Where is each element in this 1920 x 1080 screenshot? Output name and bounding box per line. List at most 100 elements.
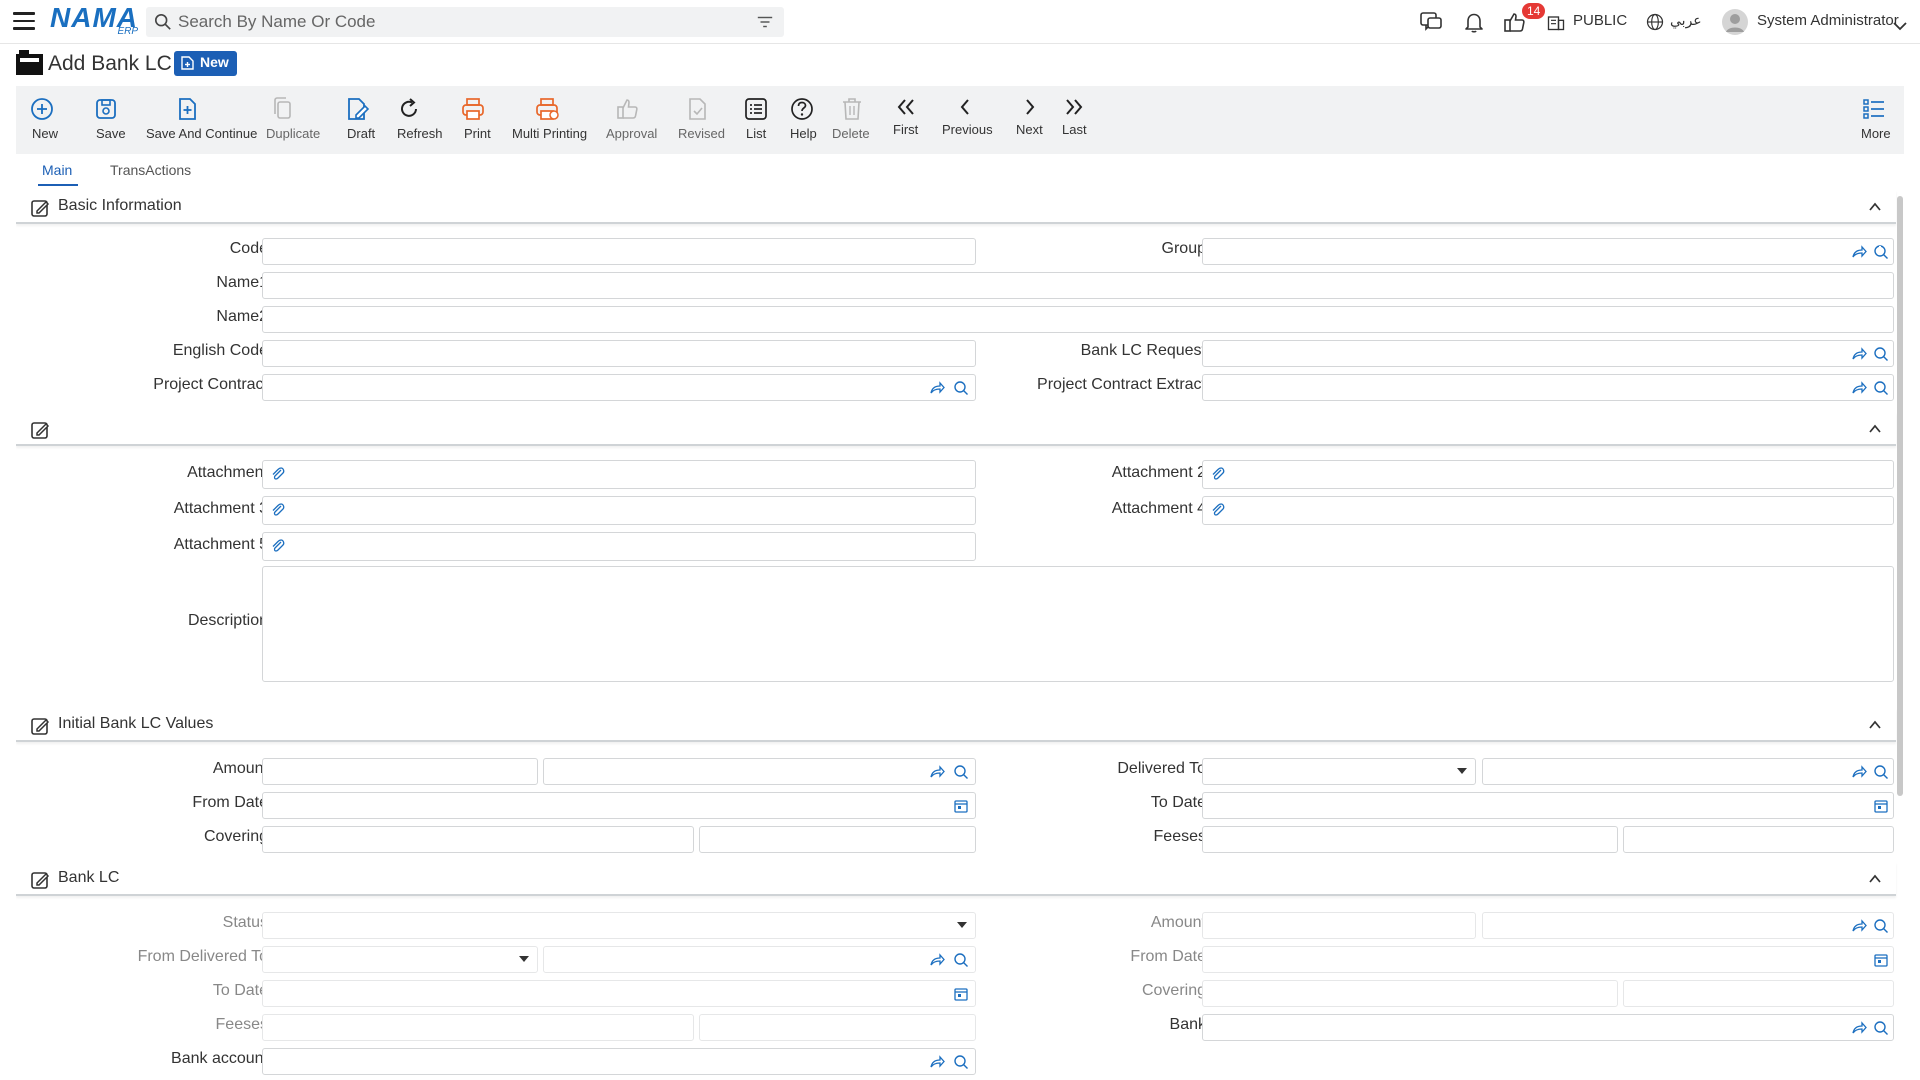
tab-main[interactable]: Main [42,162,72,178]
bank-lc-feeses-field[interactable] [262,1014,694,1041]
search-icon[interactable] [953,380,969,396]
refresh-button[interactable]: Refresh [382,86,443,154]
chevron-up-icon[interactable] [1868,422,1882,436]
delivered-to-field[interactable] [1482,758,1894,785]
english-code-field[interactable] [262,340,976,367]
save-button[interactable]: Save [80,86,130,154]
tab-transactions[interactable]: TransActions [110,162,191,178]
search-icon[interactable] [1873,764,1889,780]
attachment-field[interactable] [262,460,976,489]
from-date-field[interactable] [262,792,976,819]
code-field[interactable] [262,238,976,265]
duplicate-button[interactable]: Duplicate [254,86,320,154]
from-delivered-to-type-select[interactable] [262,946,538,973]
bank-lc-covering-percent-field[interactable] [1623,980,1894,1007]
share-icon[interactable] [1851,244,1867,260]
avatar[interactable] [1722,9,1748,35]
covering-percent-field[interactable] [699,826,976,853]
feeses-field[interactable] [1202,826,1618,853]
share-icon[interactable] [1851,764,1867,780]
status-select[interactable] [262,912,976,939]
help-button[interactable]: Help [778,86,826,154]
bank-account-field[interactable] [262,1048,976,1075]
chevron-down-icon[interactable] [1892,14,1908,38]
vertical-scrollbar[interactable] [1896,190,1904,1080]
calendar-icon[interactable] [953,986,969,1002]
share-icon[interactable] [929,1054,945,1070]
share-icon[interactable] [1851,1020,1867,1036]
search-icon[interactable] [953,952,969,968]
search-input[interactable] [178,10,738,34]
name2-field[interactable] [262,306,1894,333]
project-contract-extract-field[interactable] [1202,374,1894,401]
search-icon[interactable] [953,1054,969,1070]
calendar-icon[interactable] [953,798,969,814]
revised-button[interactable]: Revised [670,86,730,154]
bank-field[interactable] [1202,1014,1894,1041]
covering-field[interactable] [262,826,694,853]
attachment-3-field[interactable] [262,496,976,525]
paperclip-icon[interactable] [270,502,286,518]
list-button[interactable]: List [732,86,776,154]
approval-button[interactable]: Approval [590,86,670,154]
delivered-to-type-select[interactable] [1202,758,1476,785]
attachment-5-field[interactable] [262,532,976,561]
last-button[interactable]: Last [1052,86,1096,154]
to-date-field[interactable] [1202,792,1894,819]
print-button[interactable]: Print [446,86,492,154]
next-button[interactable]: Next [1008,86,1052,154]
share-icon[interactable] [929,764,945,780]
draft-button[interactable]: Draft [331,86,375,154]
currency-field[interactable] [543,758,976,785]
branch-label[interactable]: PUBLIC [1573,12,1627,29]
paperclip-icon[interactable] [1210,502,1226,518]
chevron-up-icon[interactable] [1868,872,1882,886]
bank-lc-from-date-field[interactable] [1202,946,1894,973]
paperclip-icon[interactable] [270,466,286,482]
section-header-initial-values[interactable]: Initial Bank LC Values [16,708,1896,742]
search-icon[interactable] [1873,244,1889,260]
chat-icon[interactable] [1419,10,1443,34]
menu-icon[interactable] [13,12,35,30]
search-icon[interactable] [953,764,969,780]
group-field[interactable] [1202,238,1894,265]
paperclip-icon[interactable] [1210,466,1226,482]
search-icon[interactable] [1873,346,1889,362]
scrollbar-thumb[interactable] [1897,196,1903,796]
section-header-basic-information[interactable]: Basic Information [16,190,1896,224]
app-logo[interactable]: NAMA ERP [50,4,138,38]
user-name[interactable]: System Administrator [1757,12,1899,29]
delete-button[interactable]: Delete [824,86,880,154]
share-icon[interactable] [1851,918,1867,934]
save-and-continue-button[interactable]: Save And Continue [131,86,257,154]
bank-lc-feeses-percent-field[interactable] [699,1014,976,1041]
amount-field[interactable] [262,758,538,785]
search-icon[interactable] [1873,380,1889,396]
bank-lc-amount-field[interactable] [1202,912,1476,939]
multi-printing-button[interactable]: Multi Printing [496,86,596,154]
bank-lc-request-field[interactable] [1202,340,1894,367]
globe-icon[interactable] [1645,10,1665,34]
new-button[interactable]: New [16,86,68,154]
description-textarea[interactable] [262,566,1894,682]
search-icon[interactable] [1873,1020,1889,1036]
calendar-icon[interactable] [1873,798,1889,814]
attachment-2-field[interactable] [1202,460,1894,489]
bank-lc-currency-field[interactable] [1482,912,1894,939]
project-contract-field[interactable] [262,374,976,401]
calendar-icon[interactable] [1873,952,1889,968]
bank-lc-to-date-field[interactable] [262,980,976,1007]
first-button[interactable]: First [884,86,928,154]
previous-button[interactable]: Previous [928,86,1008,154]
more-button[interactable]: More [1852,86,1896,154]
paperclip-icon[interactable] [270,538,286,554]
name1-field[interactable] [262,272,1894,299]
share-icon[interactable] [929,952,945,968]
section-header-bank-lc[interactable]: Bank LC [16,862,1896,896]
share-icon[interactable] [1851,380,1867,396]
chevron-up-icon[interactable] [1868,200,1882,214]
language-switch[interactable]: عربي [1670,12,1702,29]
filter-icon[interactable] [756,13,774,31]
chevron-up-icon[interactable] [1868,718,1882,732]
from-delivered-to-field[interactable] [543,946,976,973]
